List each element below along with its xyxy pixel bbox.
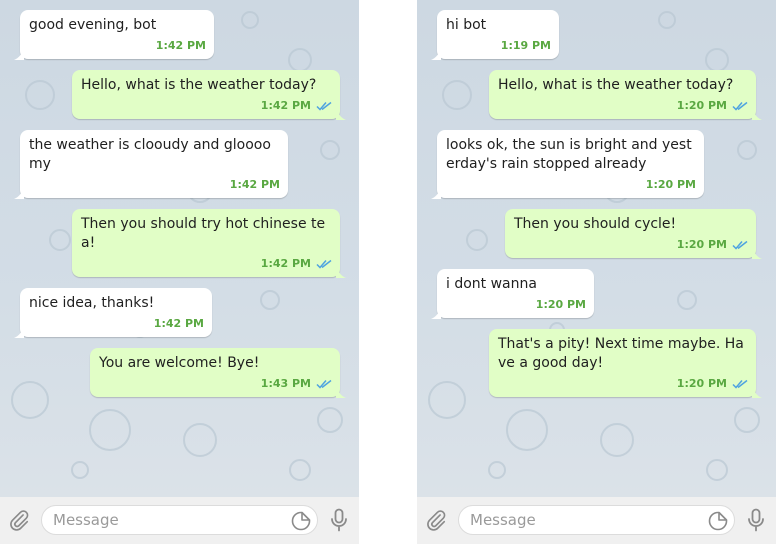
bubble-tail-icon bbox=[431, 48, 441, 60]
message-time: 1:20 PM bbox=[676, 238, 727, 251]
message-text: nice idea, thanks! bbox=[29, 295, 155, 311]
bubble-tail-icon bbox=[431, 187, 441, 199]
message-text: Then you should cycle! bbox=[514, 216, 677, 232]
double-check-icon bbox=[732, 240, 748, 250]
double-check-icon bbox=[732, 101, 748, 111]
message-composer bbox=[0, 497, 359, 544]
message-bubble-outgoing[interactable]: Then you should cycle! 1:20 PM bbox=[505, 209, 762, 259]
message-text: good evening, bot bbox=[29, 17, 157, 33]
microphone-icon[interactable] bbox=[746, 508, 766, 532]
message-time: 1:42 PM bbox=[229, 178, 280, 191]
bubble-tail-icon bbox=[752, 108, 762, 120]
message-bubble-outgoing[interactable]: Hello, what is the weather today? 1:20 P… bbox=[489, 70, 762, 120]
message-time: 1:42 PM bbox=[260, 257, 311, 270]
message-input[interactable] bbox=[53, 510, 273, 530]
message-text: That's a pity! Next time maybe. Ha ve a … bbox=[498, 336, 744, 371]
bubble-tail-icon bbox=[14, 187, 24, 199]
double-check-icon bbox=[316, 259, 332, 269]
bubble-tail-icon bbox=[14, 48, 24, 60]
message-text: Then you should try hot chinese te a! bbox=[81, 216, 326, 251]
message-bubble-incoming[interactable]: looks ok, the sun is bright and yest erd… bbox=[431, 130, 704, 199]
message-text: looks ok, the sun is bright and yest erd… bbox=[446, 137, 692, 172]
message-text: i dont wanna bbox=[446, 276, 537, 292]
message-bubble-incoming[interactable]: hi bot 1:19 PM bbox=[431, 10, 559, 60]
message-time: 1:20 PM bbox=[645, 178, 696, 191]
message-bubble-outgoing[interactable]: Then you should try hot chinese te a! 1:… bbox=[72, 209, 346, 278]
bubble-tail-icon bbox=[752, 386, 762, 398]
message-time: 1:42 PM bbox=[153, 317, 204, 330]
message-input-field[interactable] bbox=[41, 505, 318, 535]
message-time: 1:43 PM bbox=[260, 377, 311, 390]
message-composer bbox=[417, 497, 776, 544]
message-bubble-incoming[interactable]: i dont wanna 1:20 PM bbox=[431, 269, 594, 319]
bubble-tail-icon bbox=[14, 326, 24, 338]
message-bubble-outgoing[interactable]: You are welcome! Bye! 1:43 PM bbox=[90, 348, 346, 398]
sticker-icon[interactable] bbox=[708, 511, 728, 531]
chat-panel-right: hi bot 1:19 PM Hello, what is the weathe… bbox=[417, 0, 776, 544]
message-time: 1:20 PM bbox=[535, 298, 586, 311]
double-check-icon bbox=[316, 379, 332, 389]
double-check-icon bbox=[316, 101, 332, 111]
message-list[interactable]: good evening, bot 1:42 PM Hello, what is… bbox=[0, 0, 359, 497]
paperclip-icon[interactable] bbox=[8, 509, 30, 531]
message-bubble-incoming[interactable]: good evening, bot 1:42 PM bbox=[14, 10, 214, 60]
sticker-icon[interactable] bbox=[291, 511, 311, 531]
bubble-tail-icon bbox=[336, 266, 346, 278]
message-text: hi bot bbox=[446, 17, 487, 33]
bubble-tail-icon bbox=[336, 386, 346, 398]
message-input[interactable] bbox=[470, 510, 690, 530]
message-time: 1:20 PM bbox=[676, 99, 727, 112]
message-bubble-incoming[interactable]: nice idea, thanks! 1:42 PM bbox=[14, 288, 212, 338]
message-text: Hello, what is the weather today? bbox=[81, 77, 317, 93]
bubble-tail-icon bbox=[752, 247, 762, 259]
bubble-tail-icon bbox=[431, 307, 441, 319]
bubble-tail-icon bbox=[336, 108, 346, 120]
message-text: the weather is clooudy and gloooo my bbox=[29, 137, 271, 172]
paperclip-icon[interactable] bbox=[425, 509, 447, 531]
message-time: 1:19 PM bbox=[500, 39, 551, 52]
message-text: You are welcome! Bye! bbox=[99, 355, 260, 371]
message-time: 1:20 PM bbox=[676, 377, 727, 390]
message-time: 1:42 PM bbox=[260, 99, 311, 112]
message-bubble-outgoing[interactable]: Hello, what is the weather today? 1:42 P… bbox=[72, 70, 346, 120]
message-list[interactable]: hi bot 1:19 PM Hello, what is the weathe… bbox=[417, 0, 776, 497]
microphone-icon[interactable] bbox=[329, 508, 349, 532]
chat-panel-left: good evening, bot 1:42 PM Hello, what is… bbox=[0, 0, 359, 544]
message-bubble-incoming[interactable]: the weather is clooudy and gloooo my 1:4… bbox=[14, 130, 288, 199]
message-bubble-outgoing[interactable]: That's a pity! Next time maybe. Ha ve a … bbox=[489, 329, 762, 398]
message-time: 1:42 PM bbox=[155, 39, 206, 52]
message-input-field[interactable] bbox=[458, 505, 735, 535]
message-text: Hello, what is the weather today? bbox=[498, 77, 734, 93]
double-check-icon bbox=[732, 379, 748, 389]
